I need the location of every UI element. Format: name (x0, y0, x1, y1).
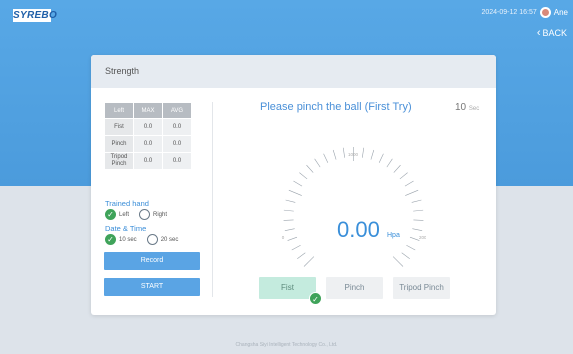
gauge-tick (284, 228, 295, 231)
gauge-tick (362, 147, 365, 158)
table-header: AVG (163, 103, 191, 118)
pressure-unit: Hpa (387, 232, 400, 239)
countdown-timer: 10 Sec (455, 102, 479, 113)
strength-card: Strength Left MAX AVG Fist 0.0 0.0 Pinch… (91, 55, 496, 315)
avg-value: 0.0 (163, 119, 191, 135)
gauge-tick (306, 164, 314, 173)
stats-table: Left MAX AVG Fist 0.0 0.0 Pinch 0.0 0.0 … (104, 102, 192, 170)
divider (212, 102, 213, 297)
max-value: 0.0 (134, 136, 162, 152)
check-icon: ✓ (105, 209, 116, 220)
table-row: Fist 0.0 0.0 (105, 119, 191, 135)
gauge-tick (323, 153, 329, 163)
gauge-min-label: 0 (282, 235, 285, 240)
row-label: Pinch (105, 136, 133, 152)
check-icon: ✓ (309, 292, 322, 305)
option-label: Left (119, 211, 130, 218)
gauge-tick (342, 147, 345, 158)
gauge-tick (401, 252, 410, 259)
row-label-line: Pinch (111, 161, 127, 167)
gauge-tick (386, 158, 393, 168)
avatar[interactable] (539, 7, 551, 18)
option-label: 20 sec (160, 236, 179, 243)
gauge-tick (283, 209, 294, 212)
table-row: Pinch 0.0 0.0 (105, 136, 191, 152)
option-label: Right (153, 211, 168, 218)
row-label: Tripod Pinch (105, 153, 133, 169)
avg-value: 0.0 (163, 153, 191, 169)
gauge-tick (412, 228, 423, 231)
gauge-tick (393, 164, 401, 173)
radio-10-sec[interactable]: ✓ 10 sec (105, 234, 137, 245)
gauge-max-label: 2000 (419, 235, 426, 240)
mode-tripod-pinch-button[interactable]: Tripod Pinch (393, 277, 450, 299)
gauge-tick (405, 189, 419, 196)
timer-unit: Sec (468, 106, 480, 112)
max-value: 0.0 (134, 119, 162, 135)
table-header: MAX (134, 103, 162, 118)
table-header: Left (105, 103, 133, 118)
table-header-row: Left MAX AVG (105, 103, 191, 118)
trained-hand-label: Trained hand (105, 199, 149, 208)
back-label: BACK (542, 28, 567, 38)
radio-left[interactable]: ✓ Left (105, 209, 129, 220)
status-bar: 2024-09-12 16:57 Ane (481, 7, 568, 18)
duration-options: ✓ 10 sec 20 sec (105, 234, 188, 245)
gauge-tick (297, 252, 306, 259)
gauge-ticks (283, 147, 424, 267)
radio-circle-icon (139, 209, 151, 220)
gauge-tick (411, 199, 422, 203)
avg-value: 0.0 (163, 136, 191, 152)
pressure-reading: 0.00 (337, 217, 380, 242)
gauge-tick (299, 172, 308, 180)
radio-20-sec[interactable]: 20 sec (146, 234, 179, 245)
app-logo: SYREBO (13, 9, 58, 22)
gauge-mid-label: 1000 (348, 152, 359, 157)
mode-fist-button[interactable]: Fist ✓ (259, 277, 322, 305)
mode-pinch-button[interactable]: Pinch (326, 277, 383, 299)
gauge-tick (291, 245, 301, 251)
gauge-tick (287, 236, 298, 241)
max-value: 0.0 (134, 153, 162, 169)
date-time-label: Date & Time (105, 224, 147, 233)
footer-copyright: Changsha Siyi Intelligent Technology Co.… (235, 342, 338, 348)
datetime-text: 2024-09-12 16:57 (481, 9, 537, 16)
gauge-tick (409, 236, 420, 241)
gauge-tick (370, 149, 375, 160)
row-label-line: Tripod (110, 154, 128, 160)
trained-hand-options: ✓ Left Right (105, 209, 177, 220)
check-icon: ✓ (105, 234, 116, 245)
timer-value: 10 (455, 102, 467, 113)
gauge-tick (293, 180, 303, 187)
gauge-tick (392, 256, 404, 267)
gauge-tick (378, 153, 384, 163)
back-button[interactable]: ‹ BACK (536, 26, 567, 39)
gauge-tick (288, 189, 302, 196)
gauge-tick (285, 199, 296, 203)
mode-label: Fist (281, 283, 294, 292)
gauge-tick (314, 158, 321, 168)
row-label: Fist (105, 119, 133, 135)
option-label: 10 sec (119, 236, 137, 243)
username: Ane (553, 8, 568, 17)
chevron-left-icon: ‹ (536, 26, 541, 39)
start-button[interactable]: START (104, 278, 200, 296)
radio-right[interactable]: Right (139, 209, 167, 220)
gauge-tick (413, 209, 424, 212)
gauge-tick (399, 172, 408, 180)
card-title: Strength (91, 55, 496, 88)
instruction-prompt: Please pinch the ball (First Try) (260, 101, 412, 113)
gauge-tick (332, 149, 337, 160)
gauge-tick (406, 245, 416, 251)
record-button[interactable]: Record (104, 252, 200, 270)
gauge-tick (303, 256, 315, 267)
pressure-gauge: 1000 0 2000 (282, 147, 426, 267)
radio-circle-icon (146, 234, 158, 245)
gauge-tick (404, 180, 414, 187)
table-row: Tripod Pinch 0.0 0.0 (105, 153, 191, 169)
